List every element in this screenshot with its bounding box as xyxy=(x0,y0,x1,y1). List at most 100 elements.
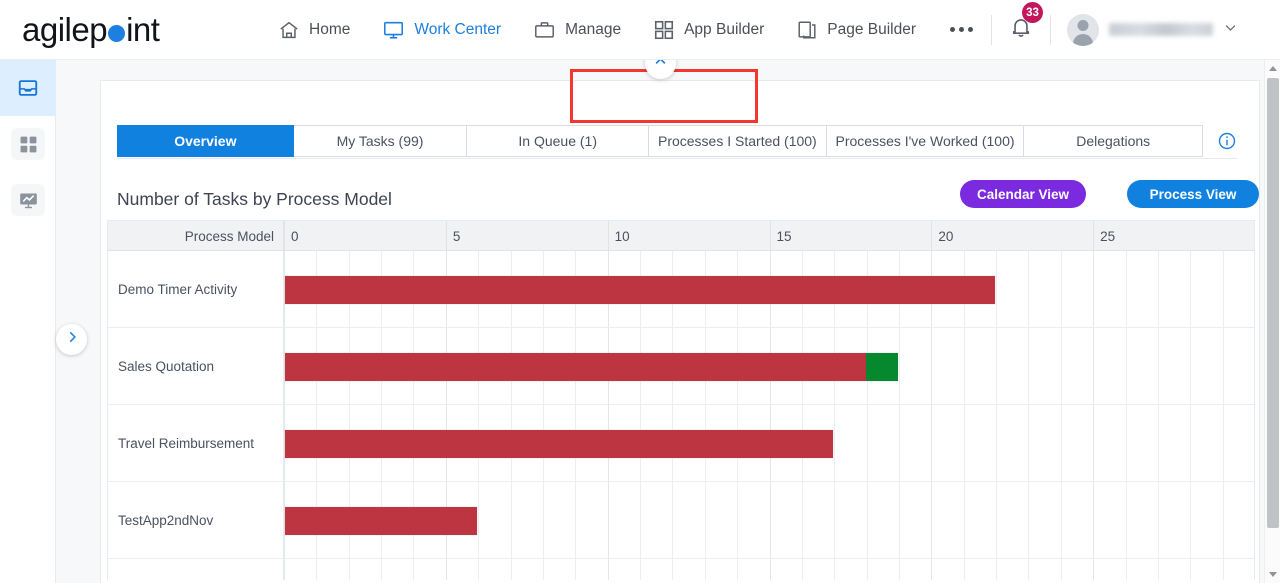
chart-row-label: Travel Reimbursement xyxy=(108,405,283,482)
top-navigation-bar: agilep int Home Work Center Manage App B… xyxy=(0,0,1280,60)
info-icon[interactable] xyxy=(1217,131,1237,151)
nav-item-page-builder-label: Page Builder xyxy=(827,20,916,38)
nav-more-button[interactable] xyxy=(932,27,991,32)
dot-icon xyxy=(959,27,964,32)
tab-label: Overview xyxy=(174,133,237,149)
tab-label: Processes I Started (100) xyxy=(657,133,817,149)
chart-gridline-minor xyxy=(996,251,998,580)
x-axis-tick-label: 10 xyxy=(607,221,770,251)
tab-label: Delegations xyxy=(1076,133,1151,149)
tab-overview[interactable]: Overview xyxy=(117,125,294,157)
x-axis-tick-label: 15 xyxy=(769,221,932,251)
tasks-by-process-model-chart: Process Model 0 5 10 15 20 25 Demo Timer Acti… xyxy=(107,220,1255,580)
chevron-right-icon xyxy=(65,330,79,349)
tab-label: Processes I've Worked (100) xyxy=(835,133,1015,149)
brand-name-part1: agilep xyxy=(22,10,108,48)
dot-icon xyxy=(968,27,973,32)
bell-icon xyxy=(1008,19,1034,44)
nav-item-page-builder[interactable]: Page Builder xyxy=(780,0,932,60)
nav-item-home[interactable]: Home xyxy=(262,0,366,60)
x-axis-tick-label: 5 xyxy=(445,221,608,251)
left-sidebar-rail xyxy=(0,60,56,583)
nav-item-app-builder[interactable]: App Builder xyxy=(637,0,780,60)
chart-bar-segment-overdue[interactable] xyxy=(285,352,866,381)
tab-processes-i-ve-worked-100[interactable]: Processes I've Worked (100) xyxy=(826,125,1025,157)
nav-item-app-builder-label: App Builder xyxy=(684,20,765,38)
scroll-down-arrow-icon[interactable] xyxy=(1265,566,1280,583)
nav-item-manage[interactable]: Manage xyxy=(517,0,637,60)
notifications-button[interactable]: 33 xyxy=(992,2,1050,45)
tab-my-tasks-99[interactable]: My Tasks (99) xyxy=(293,125,468,157)
nav-item-home-label: Home xyxy=(309,20,351,38)
sidebar-item-inbox[interactable] xyxy=(0,60,56,116)
brand-logo[interactable]: agilep int xyxy=(0,11,262,49)
user-menu[interactable] xyxy=(1051,13,1252,46)
grid-icon xyxy=(653,19,675,41)
chart-row-separator xyxy=(284,481,1254,482)
tab-underline xyxy=(117,158,1237,159)
chart-gridline-minor xyxy=(1060,251,1062,580)
nav-item-manage-label: Manage xyxy=(565,20,622,38)
chart-monitor-icon xyxy=(11,184,45,216)
chart-bar[interactable] xyxy=(284,505,479,536)
brand-dot-icon xyxy=(108,24,126,42)
scrollbar-thumb[interactable] xyxy=(1267,78,1279,528)
process-view-button[interactable]: Process View xyxy=(1127,180,1259,208)
tab-in-queue-1[interactable]: In Queue (1) xyxy=(467,125,650,157)
briefcase-icon xyxy=(533,19,556,41)
chart-bar[interactable] xyxy=(284,351,899,382)
chart-bar-segment-overdue[interactable] xyxy=(285,275,996,304)
nav-item-work-center-label: Work Center xyxy=(414,20,502,38)
chevron-down-icon xyxy=(1223,20,1238,39)
chart-plot-area xyxy=(284,251,1254,580)
main-nav-items: Home Work Center Manage App Builder Page… xyxy=(262,0,991,60)
chart-row-separator xyxy=(284,327,1254,328)
tab-label: My Tasks (99) xyxy=(336,133,424,149)
arrow-down-glyph xyxy=(1269,572,1277,577)
work-center-card: Overview My Tasks (99) In Queue (1) Process… xyxy=(100,69,1260,583)
arrow-up-glyph xyxy=(1269,66,1277,71)
calendar-view-button[interactable]: Calendar View xyxy=(960,180,1086,208)
scroll-up-arrow-icon[interactable] xyxy=(1265,60,1280,77)
brand-name-part2: int xyxy=(126,10,160,48)
chart-bar-segment-on-time[interactable] xyxy=(865,352,898,381)
chart-gridline-minor xyxy=(1222,251,1224,580)
chart-row-header-label: Process Model xyxy=(108,221,284,251)
page-title: Number of Tasks by Process Model xyxy=(117,189,392,209)
tab-processes-i-started-100[interactable]: Processes I Started (100) xyxy=(649,125,827,157)
chart-row-labels: Demo Timer Activity Sales Quotation Travel… xyxy=(108,251,284,580)
chart-body: Demo Timer Activity Sales Quotation Travel… xyxy=(108,251,1254,580)
chart-gridline-minor xyxy=(1028,251,1030,580)
expand-sidebar-button[interactable] xyxy=(56,324,87,355)
chart-gridline-major xyxy=(1093,251,1095,580)
tab-bar: Overview My Tasks (99) In Queue (1) Process… xyxy=(117,125,1237,157)
chart-axis-header: Process Model 0 5 10 15 20 25 xyxy=(108,221,1254,251)
vertical-scrollbar[interactable] xyxy=(1264,60,1280,583)
x-axis-tick-label: 25 xyxy=(1093,221,1254,251)
nav-item-work-center[interactable]: Work Center xyxy=(366,0,517,60)
chart-gridline-minor xyxy=(1157,251,1159,580)
tab-label: In Queue (1) xyxy=(518,133,597,149)
chart-bar-segment-overdue[interactable] xyxy=(285,506,478,535)
sidebar-item-apps[interactable] xyxy=(0,116,56,172)
chart-bar[interactable] xyxy=(284,428,835,459)
chart-gridline-minor xyxy=(1125,251,1127,580)
chart-x-axis-ticks: 0 5 10 15 20 25 xyxy=(284,221,1254,251)
x-axis-tick-label: 20 xyxy=(931,221,1093,251)
chart-row-label: TestApp2ndNov xyxy=(108,482,283,559)
chart-gridline-minor xyxy=(1190,251,1192,580)
grid-apps-icon xyxy=(11,128,45,160)
monitor-icon xyxy=(382,19,405,41)
dot-icon xyxy=(950,27,955,32)
chart-bar[interactable] xyxy=(284,274,997,305)
user-name-label xyxy=(1109,23,1213,36)
chart-row-separator xyxy=(284,558,1254,559)
notification-badge: 33 xyxy=(1022,2,1043,23)
chart-row-separator xyxy=(284,404,1254,405)
inbox-icon xyxy=(11,72,45,104)
brand-logo-text: agilep int xyxy=(22,10,160,49)
page-shell: Switch to Modern Experience OverviewMy T… xyxy=(56,48,1280,583)
chart-bar-segment-overdue[interactable] xyxy=(285,429,834,458)
sidebar-item-analytics[interactable] xyxy=(0,172,56,228)
tab-delegations[interactable]: Delegations xyxy=(1024,125,1204,157)
